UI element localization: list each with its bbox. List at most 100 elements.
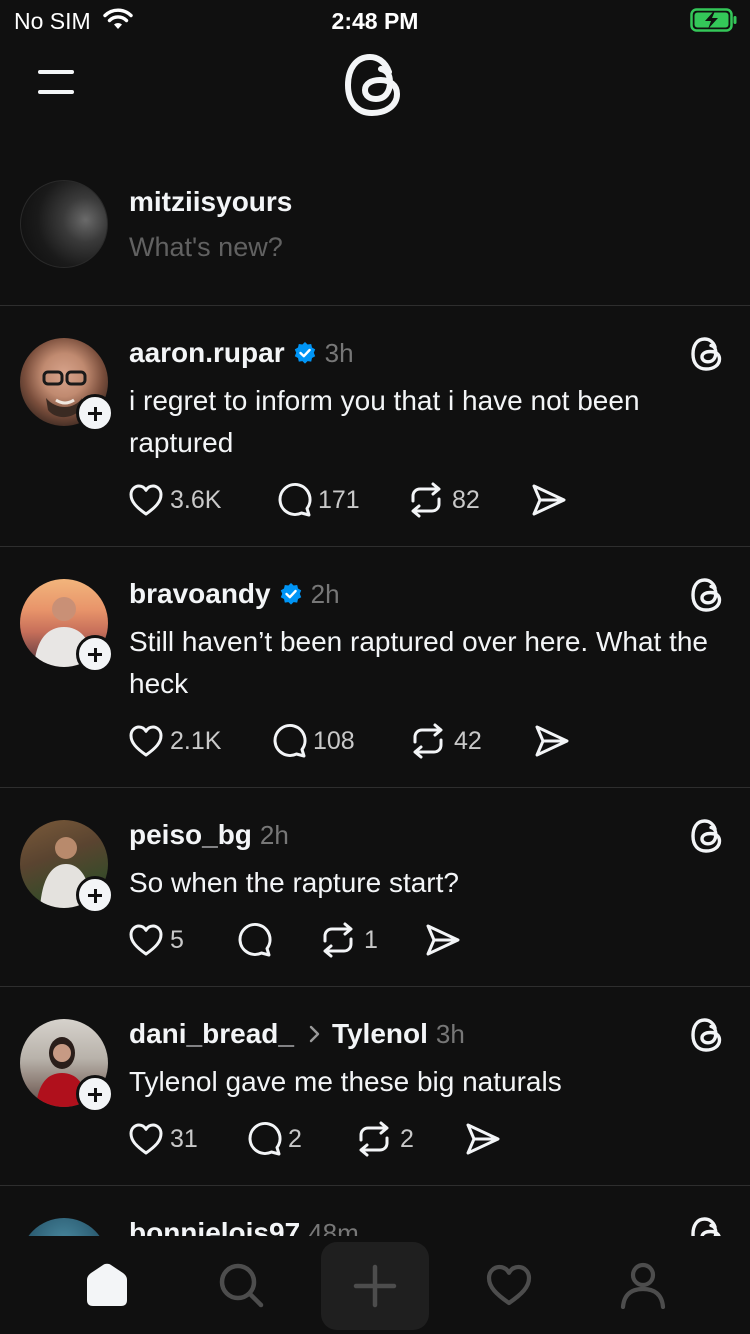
tab-profile[interactable] [593, 1250, 693, 1320]
post-text: So when the rapture start? [129, 867, 459, 898]
post-text: i regret to inform you that i have not b… [129, 385, 640, 458]
reply-button[interactable]: 2 [246, 1119, 302, 1159]
search-icon [219, 1263, 264, 1308]
repost-count: 1 [364, 925, 378, 954]
follow-plus-button[interactable] [76, 876, 114, 914]
repost-button[interactable]: 2 [354, 1119, 414, 1159]
status-bar: No SIM 2:48 PM [0, 0, 750, 42]
post-time: 3h [435, 1018, 465, 1049]
repost-icon [359, 1121, 389, 1157]
reply-button[interactable] [236, 920, 272, 960]
share-button[interactable] [533, 721, 571, 761]
comment-icon [248, 1122, 282, 1156]
heart-icon [129, 484, 163, 516]
post-username[interactable]: peiso_bg [129, 819, 252, 851]
repost-button[interactable]: 82 [406, 480, 480, 520]
send-icon [535, 725, 569, 757]
repost-button[interactable]: 1 [318, 920, 378, 960]
reply-button[interactable]: 108 [271, 721, 355, 761]
verified-badge-icon [294, 342, 315, 364]
post-header: bravoandy 2h [129, 577, 340, 611]
repost-count: 42 [454, 726, 482, 755]
feed-post[interactable]: peiso_bg 2h So when the rapture start? 5… [0, 788, 750, 987]
heart-icon [129, 924, 163, 956]
threads-logo-icon[interactable] [343, 52, 405, 118]
post-time: 2h [310, 578, 340, 609]
repost-count: 2 [400, 1124, 414, 1153]
verified-badge-icon [280, 583, 301, 605]
share-button[interactable] [464, 1119, 502, 1159]
like-button[interactable]: 31 [128, 1119, 198, 1159]
battery-charging-icon [690, 8, 737, 32]
like-button[interactable]: 2.1K [128, 721, 221, 761]
new-thread-composer[interactable]: mitziisyours What's new? [0, 160, 750, 306]
heart-icon [129, 725, 163, 757]
follow-plus-button[interactable] [76, 1075, 114, 1113]
repost-icon [323, 922, 353, 958]
follow-plus-button[interactable] [76, 394, 114, 432]
post-text: Still haven’t been raptured over here. W… [129, 626, 709, 699]
activity-heart-icon [486, 1264, 532, 1306]
compose-plus-icon [353, 1264, 397, 1308]
home-icon [87, 1263, 127, 1306]
tab-home[interactable] [57, 1250, 157, 1320]
feed-post[interactable]: bravoandy 2h Still haven’t been raptured… [0, 547, 750, 788]
follow-plus-button[interactable] [76, 635, 114, 673]
like-button[interactable]: 5 [128, 920, 184, 960]
post-time: 3h [324, 337, 354, 368]
comment-icon [238, 923, 272, 957]
like-count: 3.6K [170, 485, 222, 514]
status-time: 2:48 PM [331, 8, 419, 34]
threads-logo-icon [691, 337, 722, 371]
repost-button[interactable]: 42 [408, 721, 482, 761]
hamburger-menu-icon[interactable] [38, 68, 74, 98]
post-username[interactable]: dani_bread_ [129, 1018, 294, 1050]
send-icon [426, 924, 460, 956]
threads-logo-icon [691, 1217, 721, 1236]
repost-icon [411, 482, 441, 518]
threads-logo-icon [691, 1018, 722, 1052]
avatar[interactable] [20, 1218, 108, 1236]
tab-search[interactable] [191, 1250, 291, 1320]
post-time: 48m [308, 1217, 359, 1237]
post-username[interactable]: aaron.rupar [129, 337, 285, 369]
reply-count: 2 [288, 1124, 302, 1153]
feed-post[interactable]: bonnielois97 48m [0, 1186, 750, 1236]
like-button[interactable]: 3.6K [128, 480, 221, 520]
send-icon [466, 1123, 500, 1155]
post-header: bonnielois97 48m [129, 1216, 359, 1236]
bottom-tab-bar [0, 1236, 750, 1334]
like-count: 2.1K [170, 726, 222, 755]
reply-count: 108 [313, 726, 355, 755]
comment-icon [273, 724, 307, 758]
feed-post[interactable]: aaron.rupar 3h i regret to inform you th… [0, 306, 750, 547]
like-count: 31 [170, 1124, 198, 1153]
post-text: Tylenol gave me these big naturals [129, 1066, 562, 1097]
send-icon [532, 484, 566, 516]
post-header: aaron.rupar 3h [129, 336, 354, 370]
share-button[interactable] [530, 480, 568, 520]
like-count: 5 [170, 925, 184, 954]
feed-post[interactable]: dani_bread_ Tylenol 3h Tylenol gave me t… [0, 987, 750, 1186]
composer-username: mitziisyours [129, 186, 293, 217]
post-username[interactable]: bravoandy [129, 578, 271, 610]
avatar[interactable] [20, 180, 108, 268]
profile-icon [620, 1262, 666, 1309]
composer-placeholder[interactable]: What's new? [129, 232, 283, 263]
chevron-right-icon [309, 1025, 320, 1043]
reply-count: 171 [318, 485, 360, 514]
comment-icon [278, 483, 312, 517]
post-header: peiso_bg 2h [129, 818, 289, 852]
repost-icon [413, 723, 443, 759]
tab-activity[interactable] [459, 1250, 559, 1320]
heart-icon [129, 1123, 163, 1155]
threads-logo-icon [691, 819, 722, 853]
post-time: 2h [259, 819, 289, 850]
tab-compose[interactable] [321, 1242, 429, 1330]
reply-button[interactable]: 171 [276, 480, 360, 520]
share-button[interactable] [424, 920, 462, 960]
reply-to-username[interactable]: Tylenol [332, 1018, 428, 1050]
repost-count: 82 [452, 485, 480, 514]
post-username[interactable]: bonnielois97 [129, 1217, 300, 1236]
threads-logo-icon [691, 578, 722, 612]
